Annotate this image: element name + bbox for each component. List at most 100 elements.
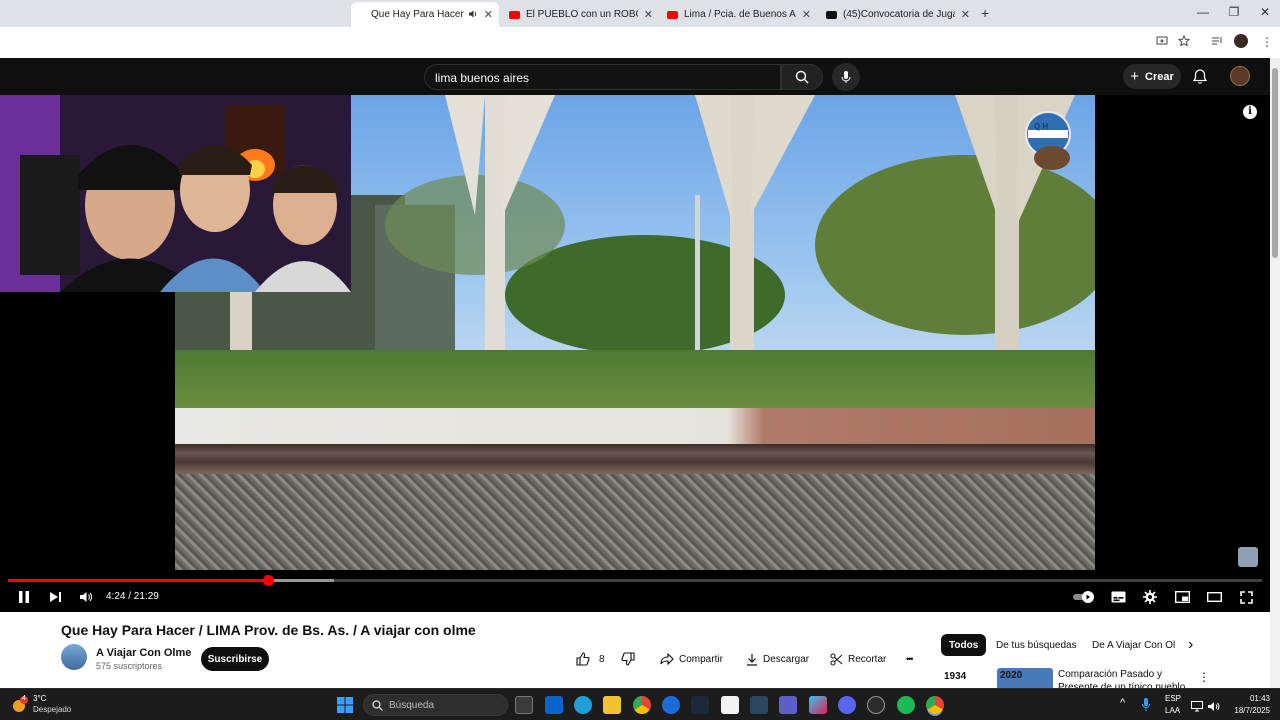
youtube-masthead: lima buenos aires + Crear [0, 58, 1280, 95]
teams-app-icon[interactable] [779, 696, 797, 714]
edge-app-icon[interactable] [574, 696, 592, 714]
tab-lima-pcia-buenos-aires[interactable]: Lima / Pcia. de Buenos Aires / A ✕ [661, 2, 817, 27]
taskbar-search-box[interactable]: Búsqueda [363, 694, 508, 716]
spotify-app-icon[interactable] [897, 696, 915, 714]
weather-description: Despejado [33, 705, 72, 714]
video-grass [175, 350, 1095, 410]
recommendation-thumbnail[interactable]: 2020 [997, 668, 1053, 688]
like-button[interactable]: 8 [576, 647, 605, 671]
channel-watermark[interactable] [1238, 547, 1258, 567]
tab-convocatoria-jugadores[interactable]: (45)Convocatoria de Jugadores ✕ [820, 2, 976, 27]
channel-name[interactable]: A Viajar Con Olme [96, 647, 191, 659]
channel-logo-text: Q H [1034, 122, 1049, 131]
chip-todos[interactable]: Todos [941, 634, 987, 656]
close-tab-icon[interactable]: ✕ [802, 8, 811, 21]
more-actions-button[interactable]: ••• [906, 647, 914, 671]
bookmark-star-icon[interactable] [1177, 34, 1191, 50]
keyboard-layout[interactable]: LAA [1165, 706, 1180, 715]
clock-time[interactable]: 01:43 [1230, 694, 1270, 703]
chip-de-a-viajar-con-olme[interactable]: De A Viajar Con Ol [1084, 634, 1176, 656]
progress-bar[interactable] [8, 575, 1262, 586]
windows-start-button[interactable] [337, 697, 353, 718]
steam-app-icon[interactable] [691, 696, 709, 714]
create-button[interactable]: + Crear [1123, 64, 1181, 89]
windows-taskbar: 4 3°C Despejado Búsqueda ^ ESP LAA 01:43… [0, 688, 1280, 720]
close-tab-icon[interactable]: ✕ [484, 8, 493, 21]
progress-scrubber-handle[interactable] [262, 575, 274, 586]
close-tab-icon[interactable]: ✕ [644, 8, 653, 21]
pause-button[interactable] [16, 589, 32, 605]
settings-button[interactable] [1142, 589, 1158, 605]
tab-el-pueblo-robot[interactable]: El PUEBLO con un ROBOT trans ✕ [503, 2, 659, 27]
video-title: Que Hay Para Hacer / LIMA Prov. de Bs. A… [61, 622, 476, 638]
search-input[interactable]: lima buenos aires [424, 64, 781, 90]
gear-icon [1143, 590, 1157, 604]
outlook-app-icon[interactable] [545, 696, 563, 714]
weather-temperature: 3°C [33, 694, 47, 703]
copilot-app-icon[interactable] [809, 696, 827, 714]
theater-mode-button[interactable] [1206, 589, 1222, 605]
search-button[interactable] [781, 64, 823, 90]
channel-avatar[interactable] [61, 644, 87, 670]
minimize-button[interactable]: — [1188, 5, 1218, 19]
tray-overflow-arrow-icon[interactable]: ^ [1120, 697, 1125, 709]
recommendation-title[interactable]: Comparación Pasado y Presente de un típi… [1058, 668, 1188, 688]
chips-next-arrow-icon[interactable]: › [1188, 636, 1193, 654]
speaker-icon[interactable] [468, 9, 478, 21]
autoplay-toggle[interactable] [1073, 589, 1095, 605]
info-icon[interactable]: i [1243, 105, 1257, 119]
task-view-app-icon[interactable] [515, 696, 533, 714]
subtitles-button[interactable] [1110, 589, 1126, 605]
subscriber-count: 575 suscriptores [96, 661, 163, 671]
dislike-button[interactable] [621, 647, 635, 671]
miniplayer-button[interactable] [1174, 589, 1190, 605]
close-tab-icon[interactable]: ✕ [961, 8, 970, 21]
share-button[interactable]: Compartir [660, 647, 723, 671]
steam-alt-app-icon[interactable] [750, 696, 768, 714]
recommendation-menu-icon[interactable]: ⋮ [1198, 670, 1210, 684]
next-button[interactable] [47, 589, 63, 605]
store-app-icon[interactable] [662, 696, 680, 714]
page-scrollbar[interactable] [1270, 58, 1280, 688]
download-button[interactable]: Descargar [746, 647, 809, 671]
clock-date[interactable]: 18/7/2025 [1222, 706, 1270, 715]
account-avatar[interactable] [1230, 66, 1250, 86]
next-icon [49, 592, 61, 602]
chrome-app-icon[interactable] [633, 696, 651, 714]
weather-widget[interactable]: 4 [10, 695, 28, 714]
browser-tab-bar: Que Hay Para Hacer / LIMA ✕ El PUEBLO co… [0, 0, 1280, 27]
volume-button[interactable] [78, 589, 94, 605]
fullscreen-button[interactable] [1238, 589, 1254, 605]
media-controls-icon[interactable] [1211, 35, 1223, 50]
notepad-app-icon[interactable] [721, 696, 739, 714]
download-label: Descargar [763, 653, 810, 665]
network-icon[interactable] [1191, 699, 1203, 717]
browser-menu-icon[interactable]: ⋮ [1261, 35, 1273, 49]
chrome-active-app-icon[interactable] [926, 696, 944, 714]
channel-logo-badge [1025, 111, 1071, 170]
chip-de-tus-busquedas[interactable]: De tus búsquedas [988, 634, 1085, 656]
profile-avatar[interactable] [1234, 34, 1248, 48]
tab-que-hay-para-hacer[interactable]: Que Hay Para Hacer / LIMA ✕ [351, 2, 499, 27]
weather-alert-badge: 4 [22, 695, 26, 702]
miniplayer-icon [1174, 591, 1190, 603]
video-platform [175, 408, 1095, 444]
volume-tray-icon[interactable] [1207, 699, 1220, 717]
subscribe-button[interactable]: Suscribirse [201, 647, 269, 671]
maximize-button[interactable]: ❐ [1219, 5, 1249, 19]
new-tab-button[interactable]: + [981, 5, 989, 21]
keyboard-language[interactable]: ESP [1165, 694, 1181, 703]
close-window-button[interactable]: ✕ [1250, 5, 1280, 19]
install-app-icon[interactable] [1156, 35, 1168, 50]
scrollbar-thumb[interactable] [1272, 68, 1278, 258]
tab-title: El PUEBLO con un ROBOT trans [526, 9, 638, 20]
clip-button[interactable]: Recortar [830, 647, 886, 671]
file-explorer-app-icon[interactable] [603, 696, 621, 714]
download-icon [747, 653, 757, 666]
obs-app-icon[interactable] [867, 696, 885, 714]
microphone-tray-icon[interactable] [1142, 698, 1150, 716]
discord-app-icon[interactable] [838, 696, 856, 714]
video-player[interactable]: Q H i 4:24 / 21:29 [0, 95, 1270, 612]
voice-search-button[interactable] [832, 63, 860, 91]
notifications-bell-icon[interactable] [1192, 68, 1208, 90]
